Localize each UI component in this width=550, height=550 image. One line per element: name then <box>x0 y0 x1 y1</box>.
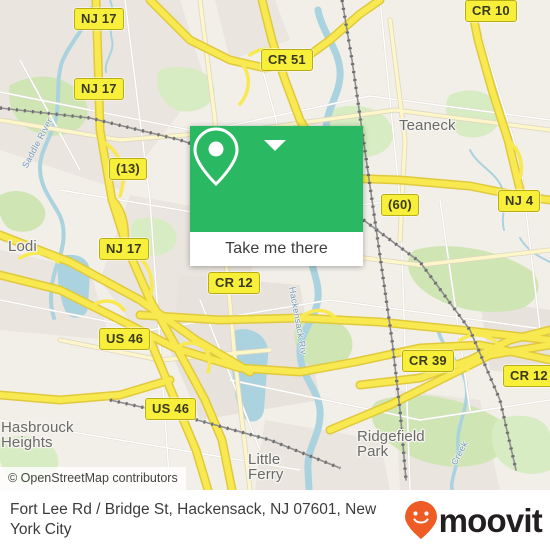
moovit-smiley-pin-icon <box>404 501 437 539</box>
route-shield-cr-12-east[interactable]: CR 12 <box>503 365 550 387</box>
moovit-map-screenshot: .bg { fill:#f2efe9; } .resid { fill:#eae… <box>0 0 550 550</box>
take-me-there-label: Take me there <box>225 240 328 257</box>
route-shield-cr-12-west[interactable]: CR 12 <box>208 272 260 294</box>
route-shield-13[interactable]: (13) <box>109 158 147 180</box>
popup-pointer-tail <box>264 140 286 151</box>
osm-attribution[interactable]: © OpenStreetMap contributors <box>0 467 186 490</box>
route-shield-60[interactable]: (60) <box>381 194 419 216</box>
map-pin-icon <box>193 127 239 187</box>
moovit-wordmark: moovit <box>438 501 543 539</box>
moovit-logo[interactable]: moovit <box>404 500 550 540</box>
route-shield-us-46-north[interactable]: US 46 <box>99 328 151 350</box>
route-shield-cr-10[interactable]: CR 10 <box>465 0 517 22</box>
route-shield-nj-17-south[interactable]: NJ 17 <box>99 238 149 260</box>
route-shield-us-46-south[interactable]: US 46 <box>145 398 197 420</box>
route-shield-cr-39[interactable]: CR 39 <box>402 350 454 372</box>
footer-bar: Fort Lee Rd / Bridge St, Hackensack, NJ … <box>0 490 550 550</box>
map-canvas[interactable]: .bg { fill:#f2efe9; } .resid { fill:#eae… <box>0 0 550 490</box>
route-shield-nj-17-mid[interactable]: NJ 17 <box>74 78 124 100</box>
location-title: Fort Lee Rd / Bridge St, Hackensack, NJ … <box>10 501 377 538</box>
route-shield-nj-4[interactable]: NJ 4 <box>498 190 541 212</box>
route-shield-nj-17-north[interactable]: NJ 17 <box>74 8 124 30</box>
route-shield-cr-51[interactable]: CR 51 <box>261 49 313 71</box>
popup-action-bar[interactable]: Take me there <box>190 232 363 266</box>
